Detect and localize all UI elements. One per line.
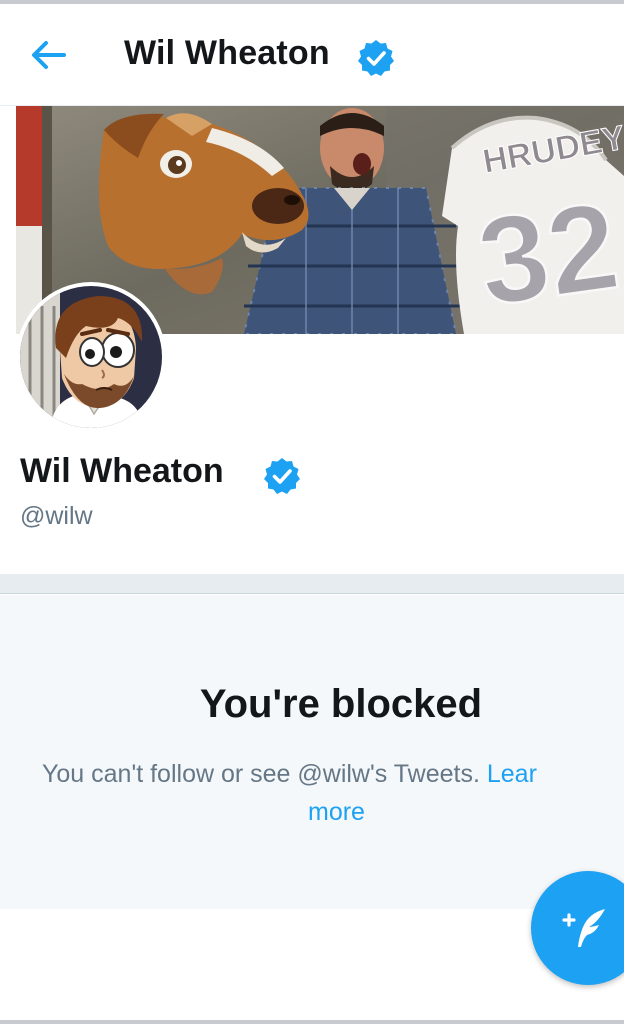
arrow-left-icon <box>32 41 66 69</box>
bottom-edge <box>0 1020 624 1024</box>
blocked-title: You're blocked <box>199 682 483 726</box>
back-button[interactable] <box>28 34 70 76</box>
verified-badge-icon <box>358 40 394 76</box>
profile-handle: @wilw <box>20 502 93 530</box>
compose-tweet-icon <box>562 909 605 947</box>
profile-header: Wil Wheaton <box>0 4 624 106</box>
learn-more-link[interactable]: Lear <box>487 760 537 788</box>
learn-more-link-continued[interactable]: more <box>308 798 365 827</box>
blocked-panel <box>0 595 624 909</box>
section-divider <box>0 574 624 594</box>
header-title: Wil Wheaton <box>124 34 330 72</box>
profile-name: Wil Wheaton <box>20 452 224 490</box>
avatar-illustration <box>20 286 162 428</box>
jersey-number: 32 <box>470 176 624 332</box>
verified-badge-icon <box>264 458 300 494</box>
blocked-message: You can't follow or see @wilw's Tweets. <box>42 760 480 788</box>
avatar[interactable] <box>16 282 166 432</box>
blocked-message-line: You can't follow or see @wilw's Tweets. … <box>42 760 537 789</box>
